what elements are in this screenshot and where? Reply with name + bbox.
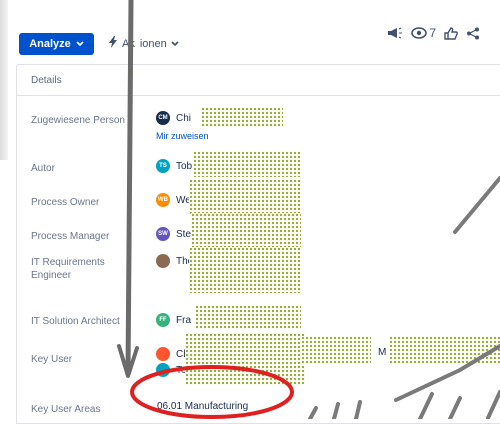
redacted-region xyxy=(193,151,301,177)
avatar xyxy=(156,363,170,377)
field-label: Key User xyxy=(31,354,73,365)
details-panel: Details Zugewiesene Person CM Chi Mir zu… xyxy=(16,64,500,424)
watchers-count: 7 xyxy=(429,26,436,40)
share-icon[interactable] xyxy=(466,27,480,40)
redacted-region xyxy=(185,333,305,385)
watchers-button[interactable]: 7 xyxy=(411,26,436,40)
process-owner-value[interactable]: WB We xyxy=(156,193,191,207)
redacted-region xyxy=(189,247,301,293)
avatar: CM xyxy=(156,111,170,125)
avatar: FF xyxy=(156,313,170,327)
details-title: Details xyxy=(31,74,62,86)
avatar: WB xyxy=(156,193,170,207)
details-header[interactable]: Details xyxy=(17,65,500,96)
it-requirements-engineer-value[interactable]: Tho xyxy=(156,254,193,268)
field-label: Key User Areas xyxy=(31,404,101,415)
key-user-value-1[interactable]: Ch xyxy=(156,347,189,361)
redacted-region xyxy=(301,336,371,364)
it-solution-architect-value[interactable]: FF Fra xyxy=(156,313,191,327)
window-edge xyxy=(0,0,8,160)
redacted-region xyxy=(191,213,301,251)
process-manager-value[interactable]: SW Ste xyxy=(156,227,191,241)
process-manager-name: Ste xyxy=(176,228,192,240)
megaphone-icon[interactable] xyxy=(387,27,403,39)
field-label: Process Owner xyxy=(31,197,100,208)
redacted-region xyxy=(195,305,301,329)
key-user-value-2[interactable]: Tol xyxy=(156,363,189,377)
avatar xyxy=(156,254,170,268)
redacted-region xyxy=(201,107,283,127)
avatar: SW xyxy=(156,227,170,241)
field-label: IT Requirements Engineer xyxy=(31,257,105,281)
reporter-name: Tob xyxy=(176,160,193,172)
avatar: TS xyxy=(156,159,170,173)
key-user-area-tag: 06.01 Manufacturing xyxy=(157,401,249,412)
assignee-name: Chi xyxy=(176,112,192,124)
analyze-button-label: Analyze xyxy=(29,38,71,50)
thumbs-up-icon[interactable] xyxy=(444,26,458,40)
field-label: Process Manager xyxy=(31,231,110,242)
eye-icon xyxy=(411,27,428,39)
avatar xyxy=(156,347,170,361)
analyze-button[interactable]: Analyze xyxy=(19,33,94,55)
lightning-icon xyxy=(108,36,118,51)
chevron-down-icon xyxy=(76,38,84,50)
redacted-region xyxy=(189,179,301,215)
key-user-areas-value[interactable]: 06.01 Manufacturing xyxy=(157,401,248,412)
reporter-value[interactable]: TS Tob xyxy=(156,159,192,173)
actions-label-end: ionen xyxy=(139,37,167,50)
field-label: Zugewiesene Person xyxy=(31,115,125,126)
redacted-region xyxy=(389,336,500,364)
assign-to-me-link[interactable]: Mir zuweisen xyxy=(156,131,209,141)
key-user-name-4: M xyxy=(378,347,387,358)
field-label: IT Solution Architect xyxy=(31,316,120,327)
it-solution-architect-name: Fra xyxy=(176,314,191,326)
field-label: Autor xyxy=(31,163,55,174)
key-user-value-4[interactable]: M xyxy=(378,347,386,358)
actions-label-start: Ak xyxy=(122,37,135,50)
actions-menu-button[interactable]: Ak ionen xyxy=(108,36,179,51)
assignee-value[interactable]: CM Chi xyxy=(156,111,191,125)
chevron-down-icon xyxy=(171,38,179,50)
issue-toolbar: 7 xyxy=(387,26,480,40)
